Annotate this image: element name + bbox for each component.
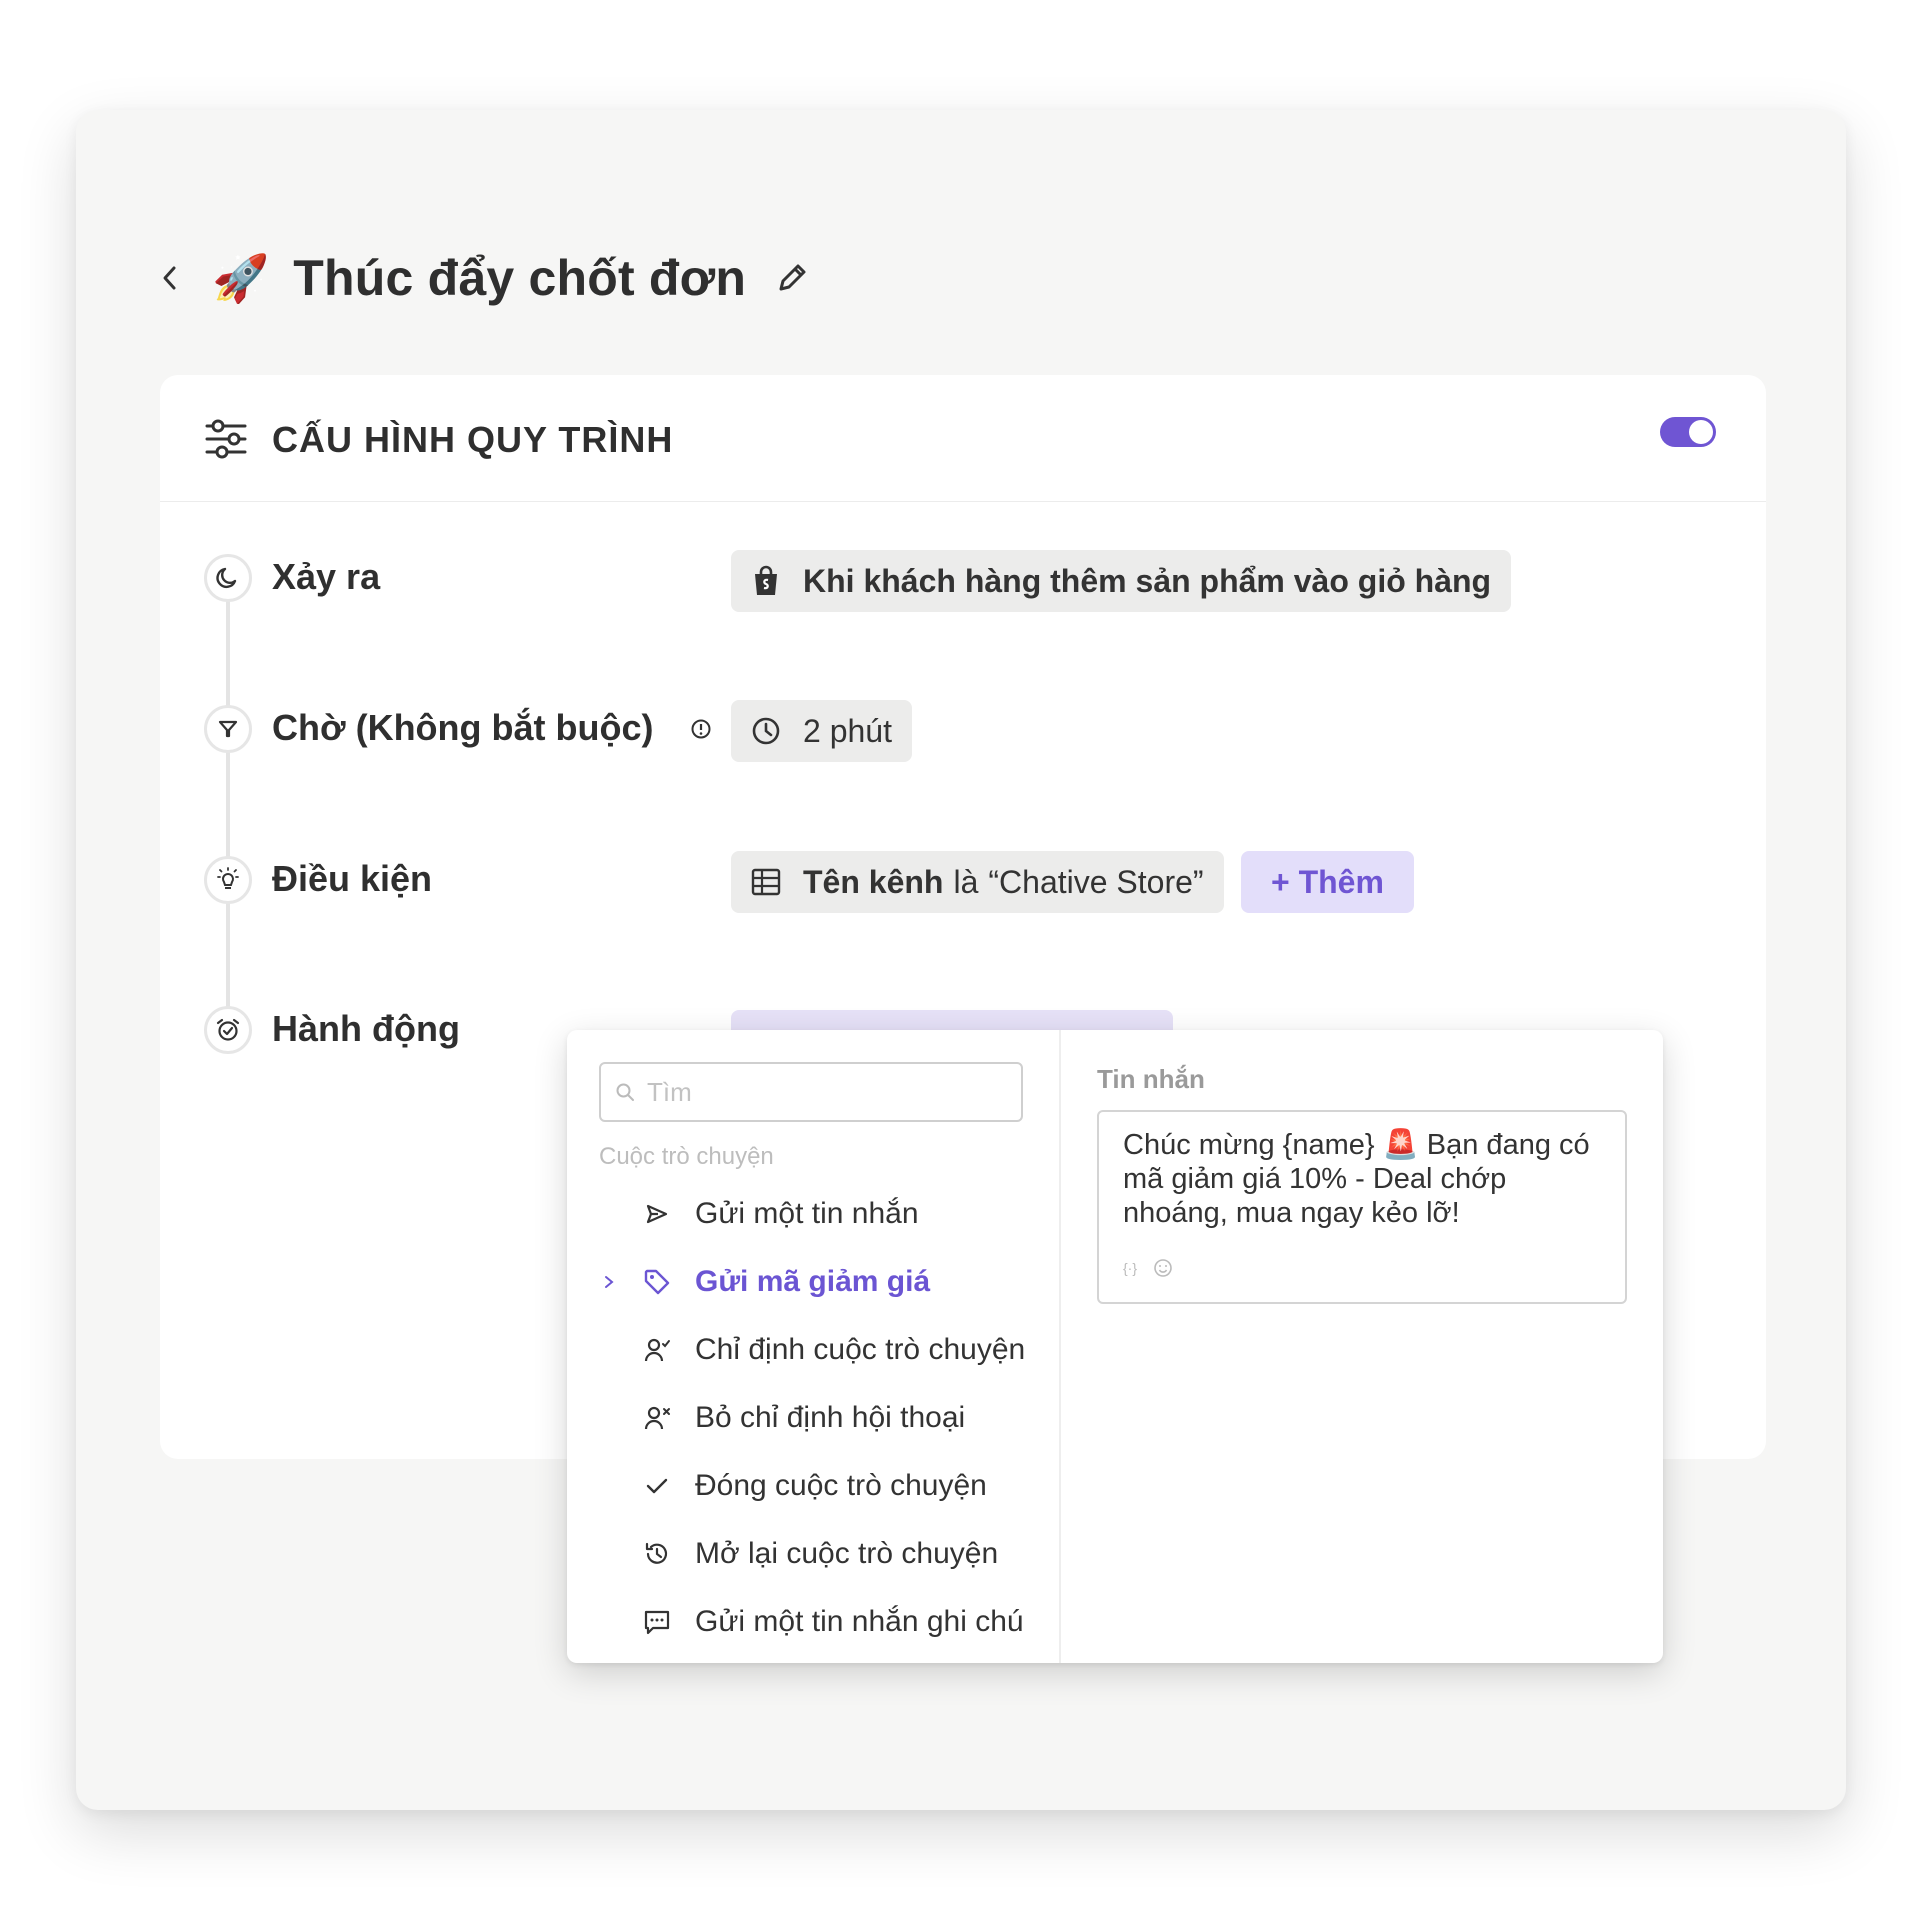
emoji-icon[interactable] bbox=[1153, 1258, 1173, 1278]
action-list-panel: Cuộc trò chuyện Gửi một tin nhắn Gửi mã … bbox=[567, 1030, 1061, 1663]
condition-field: Tên kênh bbox=[803, 863, 944, 900]
trigger-chip[interactable]: Khi khách hàng thêm sản phẩm vào giỏ hàn… bbox=[731, 550, 1512, 612]
page-header: 🚀 Thúc đẩy chốt đơn bbox=[150, 238, 812, 318]
menu-item-label: Bỏ chỉ định hội thoại bbox=[695, 1401, 966, 1434]
sliders-icon bbox=[205, 419, 247, 459]
search-icon bbox=[616, 1083, 634, 1101]
action-config-panel: Tin nhắn Chúc mừng {name} 🚨 Bạn đang có … bbox=[1061, 1030, 1663, 1663]
step-condition-label: Điều kiện bbox=[272, 858, 433, 899]
action-picker-dropdown: Cuộc trò chuyện Gửi một tin nhắn Gửi mã … bbox=[567, 1030, 1663, 1663]
action-menu: Gửi một tin nhắn Gửi mã giảm giá Chỉ địn… bbox=[595, 1180, 1045, 1656]
pencil-icon bbox=[779, 264, 806, 291]
group-label: Cuộc trò chuyện bbox=[599, 1143, 774, 1170]
card-title: CẤU HÌNH QUY TRÌNH bbox=[272, 419, 674, 460]
add-condition-button[interactable]: + Thêm bbox=[1241, 851, 1414, 913]
menu-item-label: Mở lại cuộc trò chuyện bbox=[695, 1537, 999, 1570]
wait-chip[interactable]: 2 phút bbox=[731, 700, 912, 762]
user-unassign-icon bbox=[643, 1404, 671, 1432]
menu-item-label: Gửi một tin nhắn bbox=[695, 1197, 919, 1230]
menu-item-label: Gửi mã giảm giá bbox=[695, 1265, 931, 1298]
menu-item-send-message[interactable]: Gửi một tin nhắn bbox=[595, 1180, 1045, 1248]
menu-item-label: Chỉ định cuộc trò chuyện bbox=[695, 1333, 1026, 1366]
menu-item-label: Gửi một tin nhắn ghi chú bbox=[695, 1605, 1024, 1638]
search-input[interactable] bbox=[645, 1075, 1009, 1109]
tag-icon bbox=[643, 1268, 671, 1296]
menu-item-label: Đóng cuộc trò chuyện bbox=[695, 1469, 987, 1502]
info-icon[interactable] bbox=[690, 718, 712, 745]
trigger-value: Khi khách hàng thêm sản phẩm vào giỏ hàn… bbox=[803, 562, 1492, 599]
toggle-knob bbox=[1689, 420, 1713, 444]
step-wait-label: Chờ (Không bắt buộc) bbox=[272, 707, 654, 748]
search-field[interactable] bbox=[599, 1062, 1023, 1122]
step-action-label: Hành động bbox=[272, 1008, 460, 1049]
menu-item-send-coupon[interactable]: Gửi mã giảm giá bbox=[595, 1248, 1045, 1316]
menu-item-send-note[interactable]: Gửi một tin nhắn ghi chú bbox=[595, 1588, 1045, 1656]
chevron-right-icon bbox=[595, 1274, 623, 1290]
card-header: CẤU HÌNH QUY TRÌNH bbox=[160, 375, 1766, 502]
chevron-left-icon bbox=[163, 266, 176, 290]
step-trigger-label: Xảy ra bbox=[272, 556, 381, 597]
user-assign-icon bbox=[643, 1336, 671, 1364]
menu-item-unassign-conversation[interactable]: Bỏ chỉ định hội thoại bbox=[595, 1384, 1045, 1452]
moon-icon bbox=[204, 554, 252, 602]
note-message-icon bbox=[643, 1608, 671, 1636]
edit-title-button[interactable] bbox=[772, 258, 812, 298]
table-icon bbox=[751, 868, 781, 896]
alarm-clock-icon bbox=[204, 1006, 252, 1054]
condition-value: “Chative Store” bbox=[988, 863, 1204, 900]
variable-icon[interactable]: {·} bbox=[1123, 1258, 1145, 1278]
svg-text:{·}: {·} bbox=[1123, 1260, 1137, 1276]
menu-item-assign-conversation[interactable]: Chỉ định cuộc trò chuyện bbox=[595, 1316, 1045, 1384]
funnel-icon bbox=[204, 705, 252, 753]
rocket-icon: 🚀 bbox=[212, 252, 270, 304]
clock-icon bbox=[751, 716, 781, 746]
message-label: Tin nhắn bbox=[1097, 1064, 1205, 1094]
shopping-bag-icon bbox=[751, 565, 781, 597]
message-toolbar: {·} bbox=[1123, 1258, 1173, 1278]
back-button[interactable] bbox=[150, 258, 190, 298]
menu-item-close-conversation[interactable]: Đóng cuộc trò chuyện bbox=[595, 1452, 1045, 1520]
wait-value: 2 phút bbox=[803, 712, 892, 749]
timeline-line bbox=[226, 578, 230, 1030]
condition-chip[interactable]: Tên kênh là “Chative Store” bbox=[731, 851, 1224, 913]
check-icon bbox=[643, 1472, 671, 1500]
history-icon bbox=[643, 1540, 671, 1568]
menu-item-reopen-conversation[interactable]: Mở lại cuộc trò chuyện bbox=[595, 1520, 1045, 1588]
lightbulb-icon bbox=[204, 856, 252, 904]
message-text: Chúc mừng {name} 🚨 Bạn đang có mã giảm g… bbox=[1123, 1129, 1590, 1229]
workflow-enabled-toggle[interactable] bbox=[1660, 417, 1716, 447]
page-title: Thúc đẩy chốt đơn bbox=[293, 250, 747, 306]
send-icon bbox=[643, 1200, 671, 1228]
condition-operator: là bbox=[953, 863, 979, 900]
message-editor[interactable]: Chúc mừng {name} 🚨 Bạn đang có mã giảm g… bbox=[1097, 1110, 1627, 1304]
